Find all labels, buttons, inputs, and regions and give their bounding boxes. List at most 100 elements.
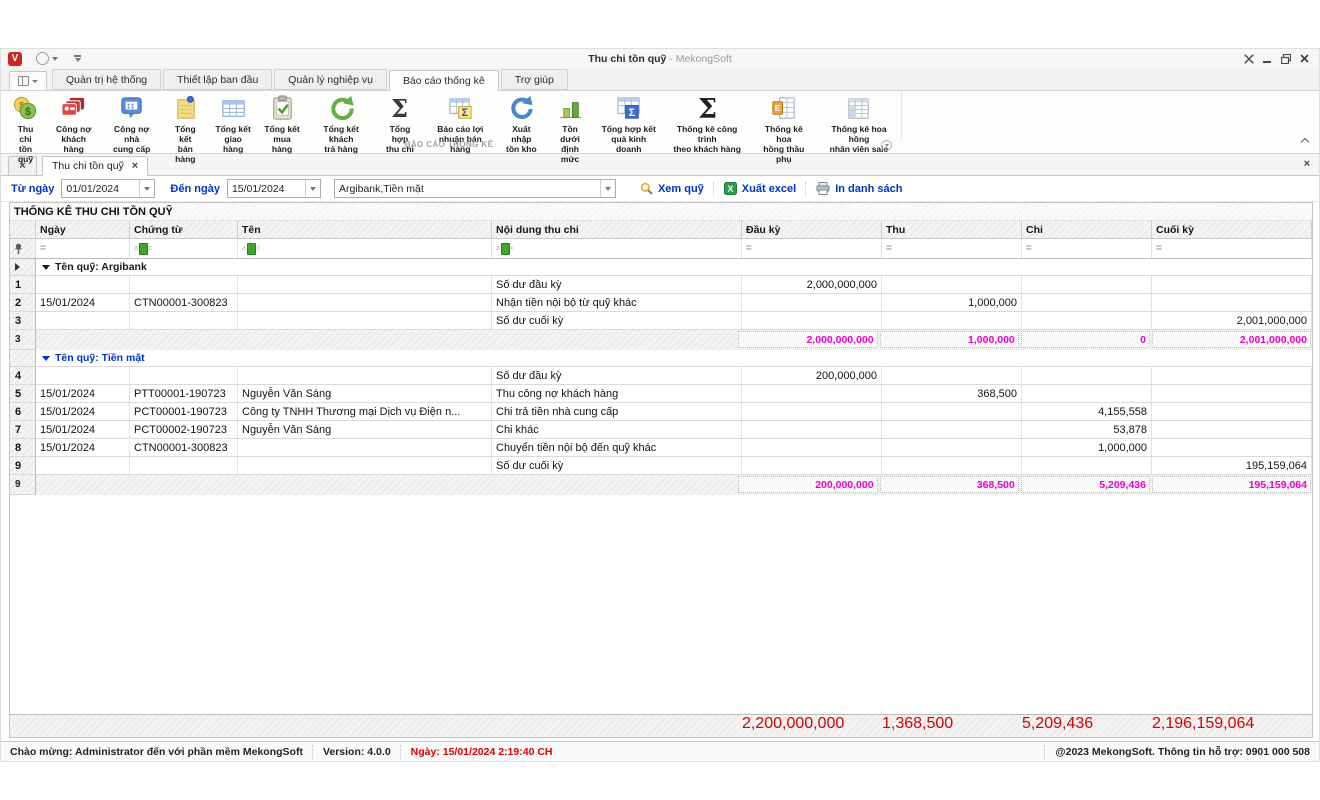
cell-dauky[interactable] <box>742 312 882 330</box>
pin-window-button[interactable] <box>1244 54 1254 64</box>
cell-ngay[interactable] <box>36 312 130 330</box>
cell-thu[interactable] <box>882 367 1022 385</box>
cell-chi[interactable] <box>1022 367 1152 385</box>
cell-dauky[interactable] <box>742 421 882 439</box>
cell-cuoiky[interactable] <box>1152 421 1312 439</box>
cell-ngay[interactable]: 15/01/2024 <box>36 385 130 403</box>
dropdown-button[interactable] <box>600 180 615 197</box>
autofilter-cell-ten[interactable]: ac <box>238 239 492 258</box>
cell-chungtu[interactable] <box>130 367 238 385</box>
cell-chungtu[interactable]: PCT00001-190723 <box>130 403 238 421</box>
cell-ngay[interactable]: 15/01/2024 <box>36 294 130 312</box>
collapse-group-icon[interactable] <box>42 356 50 361</box>
cell-cuoiky[interactable]: 2,001,000,000 <box>1152 312 1312 330</box>
cell-thu[interactable] <box>882 403 1022 421</box>
ribbon-item-thong-ke-hoa-hong-thau-phu[interactable]: EThống kê hoa hồng thầu phụ <box>751 92 817 165</box>
cell-ten[interactable] <box>238 294 492 312</box>
cell-cuoiky[interactable] <box>1152 294 1312 312</box>
cell-ten[interactable]: Nguyễn Văn Sáng <box>238 421 492 439</box>
group-header-cell[interactable]: Tên quỹ: Argibank <box>36 259 1312 276</box>
cell-thu[interactable] <box>882 312 1022 330</box>
autofilter-cell-thu[interactable]: = <box>882 239 1022 258</box>
customize-toolbar-button[interactable] <box>74 55 81 62</box>
cell-cuoiky[interactable] <box>1152 367 1312 385</box>
tab-thu-chi-ton-quy[interactable]: Thu chi tồn quỹ × <box>42 156 148 176</box>
fund-select[interactable]: Argibank,Tiền mặt <box>334 179 616 198</box>
minimize-button[interactable] <box>1263 54 1272 64</box>
cell-dauky[interactable] <box>742 385 882 403</box>
cell-chi[interactable] <box>1022 294 1152 312</box>
column-header-ten[interactable]: Tên <box>238 221 492 238</box>
cell-ten[interactable] <box>238 312 492 330</box>
cell-thu[interactable] <box>882 457 1022 475</box>
application-menu-button[interactable] <box>9 71 47 90</box>
cell-cuoiky[interactable]: 195,159,064 <box>1152 457 1312 475</box>
column-header-thu[interactable]: Thu <box>882 221 1022 238</box>
column-header-noidung[interactable]: Nội dung thu chi <box>492 221 742 238</box>
cell-noidung[interactable]: Thu công nợ khách hàng <box>492 385 742 403</box>
cell-ten[interactable] <box>238 457 492 475</box>
close-button[interactable] <box>1300 54 1309 63</box>
cell-chungtu[interactable]: CTN00001-300823 <box>130 294 238 312</box>
table-row[interactable]: 515/01/2024PTT00001-190723Nguyễn Văn Sán… <box>10 385 1312 403</box>
xem-quy-button[interactable]: Xem quỹ <box>631 182 713 195</box>
table-row[interactable]: 9Số dư cuối kỳ195,159,064 <box>10 457 1312 475</box>
cell-noidung[interactable]: Số dư đầu kỳ <box>492 276 742 294</box>
cell-ten[interactable]: Nguyễn Văn Sáng <box>238 385 492 403</box>
menu-tab-quan-tri-he-thong[interactable]: Quản trị hệ thống <box>52 69 161 90</box>
close-tab-icon[interactable]: × <box>132 161 138 172</box>
cell-dauky[interactable] <box>742 439 882 457</box>
ribbon-collapse-button[interactable] <box>1301 137 1309 145</box>
from-date-input[interactable]: 01/01/2024 <box>61 179 155 198</box>
group-row[interactable]: Tên quỹ: Tiền mặt <box>10 350 1312 367</box>
table-row[interactable]: 1Số dư đầu kỳ2,000,000,000 <box>10 276 1312 294</box>
cell-chungtu[interactable]: CTN00001-300823 <box>130 439 238 457</box>
cell-dauky[interactable] <box>742 403 882 421</box>
group-dialog-launcher[interactable] <box>881 140 892 151</box>
table-row[interactable]: 4Số dư đầu kỳ200,000,000 <box>10 367 1312 385</box>
column-header-dauky[interactable]: Đầu kỳ <box>742 221 882 238</box>
cell-cuoiky[interactable] <box>1152 439 1312 457</box>
cell-noidung[interactable]: Chi trả tiền nhà cung cấp <box>492 403 742 421</box>
xuat-excel-button[interactable]: XXuất excel <box>715 182 805 195</box>
ribbon-item-ton-duoi-dinh-muc[interactable]: Tồn dưới định mức <box>546 92 594 165</box>
cell-noidung[interactable]: Chuyển tiền nội bộ đến quỹ khác <box>492 439 742 457</box>
autofilter-pin-cell[interactable] <box>10 239 36 258</box>
cell-chi[interactable]: 4,155,558 <box>1022 403 1152 421</box>
cell-dauky[interactable] <box>742 457 882 475</box>
cell-cuoiky[interactable] <box>1152 385 1312 403</box>
cell-noidung[interactable]: Số dư cuối kỳ <box>492 457 742 475</box>
column-header-cuoiky[interactable]: Cuối kỳ <box>1152 221 1312 238</box>
cell-chungtu[interactable] <box>130 276 238 294</box>
cell-chungtu[interactable] <box>130 312 238 330</box>
cell-chi[interactable] <box>1022 312 1152 330</box>
cell-thu[interactable]: 368,500 <box>882 385 1022 403</box>
autofilter-cell-ngay[interactable]: = <box>36 239 130 258</box>
table-row[interactable]: 215/01/2024CTN00001-300823Nhận tiền nội … <box>10 294 1312 312</box>
table-row[interactable]: 3Số dư cuối kỳ2,001,000,000 <box>10 312 1312 330</box>
group-row[interactable]: Tên quỹ: Argibank <box>10 259 1312 276</box>
cell-thu[interactable]: 1,000,000 <box>882 294 1022 312</box>
table-row[interactable]: 615/01/2024PCT00001-190723Công ty TNHH T… <box>10 403 1312 421</box>
cell-chi[interactable] <box>1022 385 1152 403</box>
cell-noidung[interactable]: Chi khác <box>492 421 742 439</box>
autofilter-cell-chungtu[interactable]: ac <box>130 239 238 258</box>
to-date-input[interactable]: 15/01/2024 <box>227 179 321 198</box>
cell-ngay[interactable] <box>36 457 130 475</box>
cell-ten[interactable]: Công ty TNHH Thương mại Dịch vụ Điện n..… <box>238 403 492 421</box>
menu-tab-bao-cao-thong-ke[interactable]: Báo cáo thống kê <box>389 70 499 91</box>
cell-chungtu[interactable]: PCT00002-190723 <box>130 421 238 439</box>
in-danh-sach-button[interactable]: In danh sách <box>807 182 911 195</box>
cell-ngay[interactable]: 15/01/2024 <box>36 439 130 457</box>
column-header-chi[interactable]: Chi <box>1022 221 1152 238</box>
cell-noidung[interactable]: Số dư cuối kỳ <box>492 312 742 330</box>
cell-chi[interactable]: 1,000,000 <box>1022 439 1152 457</box>
cell-cuoiky[interactable] <box>1152 276 1312 294</box>
cell-chi[interactable] <box>1022 457 1152 475</box>
autofilter-cell-dauky[interactable]: = <box>742 239 882 258</box>
cell-dauky[interactable]: 2,000,000,000 <box>742 276 882 294</box>
cell-thu[interactable] <box>882 421 1022 439</box>
collapse-group-icon[interactable] <box>42 265 50 270</box>
autofilter-cell-noidung[interactable]: ac <box>492 239 742 258</box>
cell-chungtu[interactable] <box>130 457 238 475</box>
